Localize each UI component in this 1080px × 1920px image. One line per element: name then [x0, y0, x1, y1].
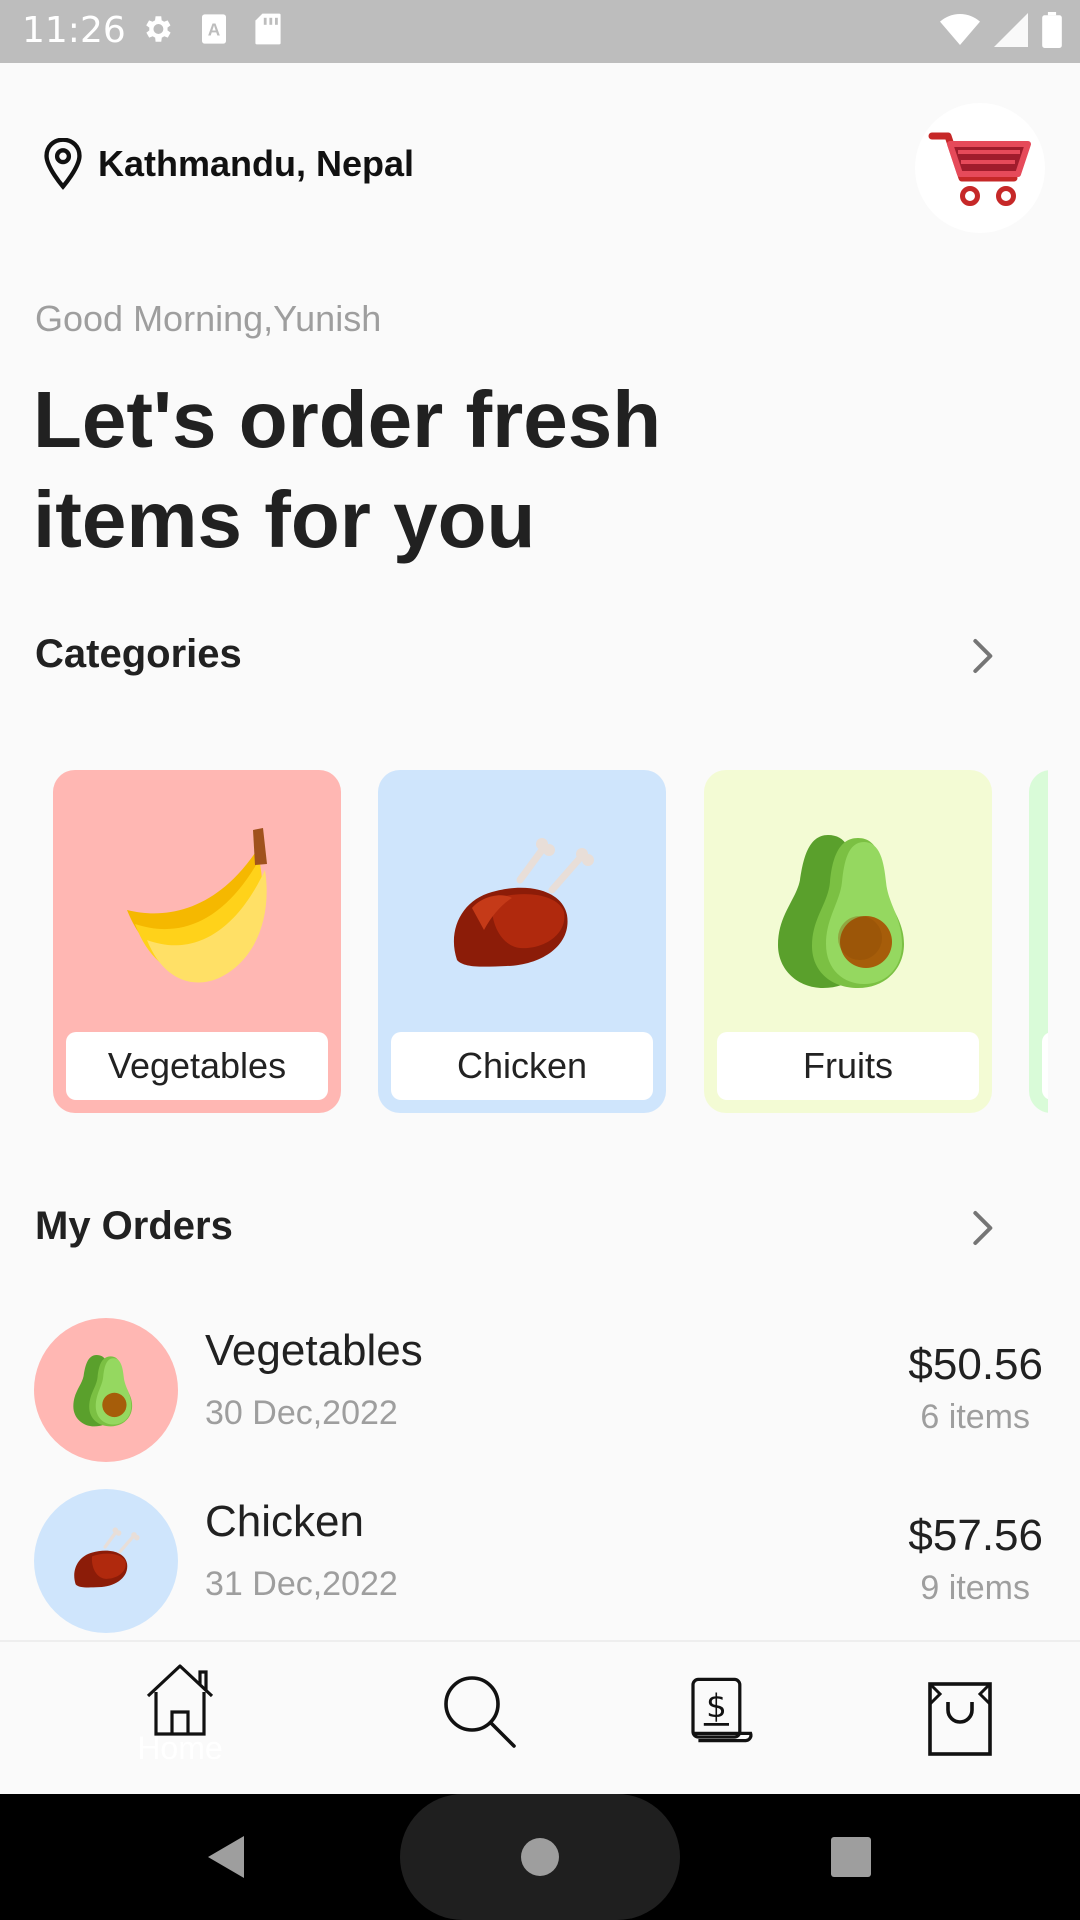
shopping-cart-icon [928, 132, 1031, 206]
receipt-icon: $ [691, 1677, 753, 1743]
avocado-icon [778, 835, 904, 988]
category-label: Fruits [717, 1032, 979, 1100]
order-name: Vegetables [205, 1326, 423, 1375]
orders-chevron-right-icon[interactable] [962, 1208, 1002, 1248]
categories-chevron-right-icon[interactable] [962, 636, 1002, 676]
home-icon [146, 1664, 214, 1736]
chicken-icon [453, 838, 594, 967]
status-time: 11:26 [22, 10, 126, 51]
category-card-fruits[interactable]: Fruits [704, 770, 992, 1113]
avocado-icon [73, 1355, 133, 1427]
nav-orders[interactable]: $ [660, 1642, 780, 1792]
font-icon: A [202, 14, 226, 44]
nav-search[interactable] [420, 1642, 540, 1792]
nav-bag[interactable] [900, 1642, 1020, 1792]
order-price: $57.56 [908, 1511, 1043, 1560]
orders-title: My Orders [35, 1204, 233, 1248]
shopping-bag-icon [928, 1682, 992, 1756]
svg-text:A: A [208, 20, 221, 40]
category-label-partial [1042, 1032, 1048, 1100]
order-row[interactable]: Vegetables 30 Dec,2022 $50.56 6 items [0, 1318, 1080, 1468]
order-date: 30 Dec,2022 [205, 1394, 398, 1432]
categories-title: Categories [35, 632, 242, 676]
nav-home-label: Home [137, 1730, 223, 1766]
categories-list[interactable]: Vegetables Chicken Fruits [0, 770, 1048, 1115]
search-icon [444, 1676, 516, 1748]
wifi-icon [940, 14, 980, 45]
greeting: Good Morning,Yunish [35, 298, 382, 339]
bottom-nav: Home $ [0, 1640, 1080, 1796]
category-card-chicken[interactable]: Chicken [378, 770, 666, 1113]
order-item-count: 9 items [920, 1569, 1030, 1607]
status-bar: 11:26 A [0, 0, 1080, 63]
system-navigation-bar [0, 1794, 1080, 1920]
settings-icon [146, 16, 171, 42]
order-price: $50.56 [908, 1340, 1043, 1389]
home-circle-icon[interactable] [520, 1837, 560, 1877]
signal-icon [994, 13, 1028, 47]
page-headline: Let's order fresh items for you [33, 375, 662, 564]
chicken-icon [74, 1527, 140, 1588]
nav-home[interactable]: Home [120, 1642, 240, 1792]
back-icon[interactable] [204, 1834, 248, 1880]
category-label: Chicken [391, 1032, 653, 1100]
banana-icon [127, 828, 267, 983]
sd-card-icon [255, 13, 281, 45]
order-item-count: 6 items [920, 1398, 1030, 1436]
order-avatar [34, 1489, 178, 1633]
order-name: Chicken [205, 1497, 364, 1546]
svg-text:$: $ [706, 1687, 727, 1725]
battery-icon [1042, 12, 1062, 48]
order-row[interactable]: Chicken 31 Dec,2022 $57.56 9 items [0, 1489, 1080, 1639]
category-label: Vegetables [66, 1032, 328, 1100]
cart-button[interactable] [915, 103, 1045, 233]
category-card-vegetables[interactable]: Vegetables [53, 770, 341, 1113]
location-text: Kathmandu, Nepal [98, 143, 415, 184]
recents-icon[interactable] [831, 1837, 871, 1877]
order-avatar [34, 1318, 178, 1462]
category-card-partial[interactable] [1029, 770, 1048, 1113]
order-date: 31 Dec,2022 [205, 1565, 398, 1603]
location-pin-icon [44, 138, 82, 190]
location[interactable]: Kathmandu, Nepal [42, 138, 414, 190]
